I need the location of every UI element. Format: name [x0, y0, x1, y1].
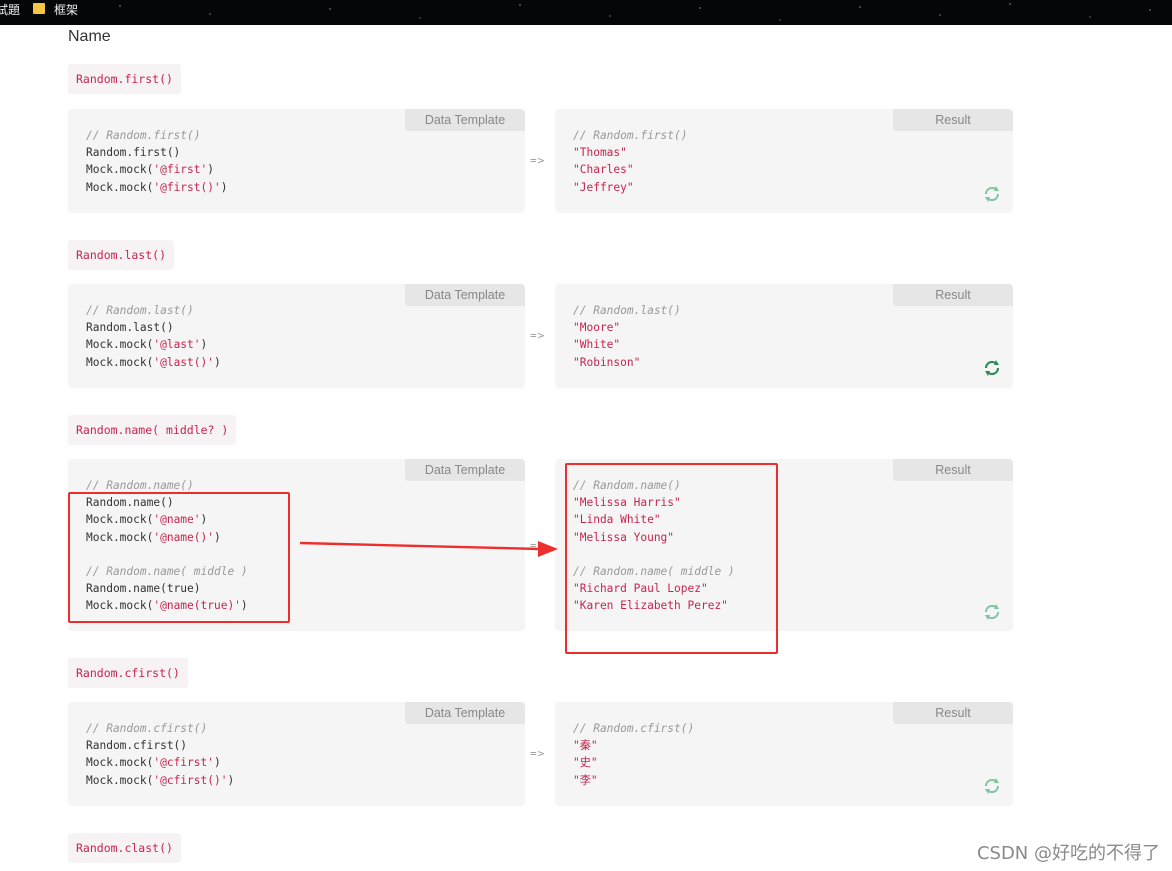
refresh-icon[interactable]	[982, 358, 1002, 378]
code-token: )	[213, 355, 221, 369]
code-comment: // Random.first()	[86, 129, 201, 142]
method-tag-last: Random.last()	[68, 240, 175, 270]
result-comment: // Random.first()	[573, 129, 688, 142]
code-token: Mock.mock(	[86, 163, 154, 177]
result-value: "史"	[573, 756, 598, 770]
code-line: Mock.mock('@cfirst()')	[86, 772, 234, 789]
code-string: '@cfirst'	[153, 756, 214, 770]
template-panel-cfirst: Data Template // Random.cfirst() Random.c…	[68, 702, 525, 806]
refresh-icon[interactable]	[982, 602, 1002, 622]
code-comment: // Random.name()	[86, 479, 194, 492]
code-string: '@first()'	[153, 180, 221, 194]
code-token: Mock.mock(	[86, 756, 154, 770]
result-panel-cfirst: Result // Random.cfirst() "秦" "史" "李"	[555, 702, 1013, 806]
template-code: // Random.first() Random.first() Mock.mock…	[86, 127, 227, 196]
method-tag-first: Random.first()	[68, 64, 181, 94]
arrow-operator: =>	[530, 747, 546, 760]
code-token: )	[200, 338, 208, 352]
code-string: '@last'	[153, 338, 201, 352]
result-value: "秦"	[573, 739, 598, 753]
code-token: Mock.mock(	[86, 773, 154, 787]
result-value: "Thomas"	[573, 146, 627, 160]
result-value: "Charles"	[573, 163, 634, 177]
refresh-icon[interactable]	[982, 184, 1002, 204]
code-token: Random.cfirst()	[86, 739, 188, 753]
code-line: Mock.mock('@last')	[86, 336, 221, 353]
code-string: '@last()'	[153, 355, 214, 369]
code-token: Random.first()	[86, 146, 181, 160]
code-comment: // Random.cfirst()	[86, 722, 208, 735]
template-panel-first: Data Template // Random.first() Random.fi…	[68, 109, 525, 213]
code-line: Mock.mock('@first')	[86, 161, 227, 178]
code-token: Mock.mock(	[86, 338, 154, 352]
code-line: Random.first()	[86, 144, 227, 161]
result-code: // Random.last() "Moore" "White" "Robinson"	[573, 302, 681, 371]
template-panel-last: Data Template // Random.last() Random.las…	[68, 284, 525, 388]
annotation-arrow	[299, 541, 558, 557]
result-tab[interactable]: Result	[893, 702, 1013, 724]
highlight-box-result	[565, 463, 778, 654]
section-title: Name	[68, 28, 111, 45]
code-token: )	[227, 773, 235, 787]
refresh-icon[interactable]	[982, 776, 1002, 796]
result-comment: // Random.last()	[573, 304, 681, 317]
code-line: Random.last()	[86, 319, 221, 336]
code-line: Mock.mock('@first()')	[86, 179, 227, 196]
result-code: // Random.first() "Thomas" "Charles" "Jeffr…	[573, 127, 688, 196]
code-string: '@first'	[153, 163, 208, 177]
result-value: "Jeffrey"	[573, 180, 634, 194]
folder-icon	[33, 3, 45, 14]
result-comment: // Random.cfirst()	[573, 722, 695, 735]
bookmark-item-1[interactable]: 試題	[0, 3, 20, 17]
code-line: Mock.mock('@last()')	[86, 354, 221, 371]
code-line: // Random.first()	[86, 127, 227, 144]
template-tab[interactable]: Data Template	[405, 459, 525, 481]
code-token: )	[207, 163, 214, 177]
watermark: CSDN @好吃的不得了	[976, 843, 1160, 864]
code-string: '@cfirst()'	[153, 773, 228, 787]
method-tag-clast: Random.clast()	[68, 833, 181, 863]
code-token: )	[213, 756, 221, 770]
result-tab[interactable]: Result	[893, 459, 1013, 481]
highlight-box-template	[68, 492, 290, 623]
result-value: "White"	[573, 338, 621, 352]
result-panel-last: Result // Random.last() "Moore" "White" "Ro…	[555, 284, 1013, 388]
code-line: Mock.mock('@cfirst')	[86, 754, 234, 771]
method-tag-name: Random.name( middle? )	[68, 415, 237, 445]
result-value: "李"	[573, 773, 598, 787]
code-token: Mock.mock(	[86, 355, 154, 369]
code-line: // Random.cfirst()	[86, 720, 234, 737]
arrow-operator: =>	[530, 154, 546, 167]
code-token: Mock.mock(	[86, 180, 154, 194]
arrow-operator: =>	[530, 329, 546, 342]
code-token: )	[220, 180, 228, 194]
result-panel-first: Result // Random.first() "Thomas" "Charles…	[555, 109, 1013, 213]
result-value: "Robinson"	[573, 355, 641, 369]
method-tag-cfirst: Random.cfirst()	[68, 658, 188, 688]
result-tab[interactable]: Result	[893, 109, 1013, 131]
code-comment: // Random.last()	[86, 304, 194, 317]
code-line: // Random.last()	[86, 302, 221, 319]
bookmark-item-2[interactable]: 框架	[54, 3, 78, 17]
template-code: // Random.last() Random.last() Mock.mock('…	[86, 302, 221, 371]
code-line: Random.cfirst()	[86, 737, 234, 754]
template-code: // Random.cfirst() Random.cfirst() Mock.mo…	[86, 720, 234, 789]
code-token: Random.last()	[86, 321, 174, 335]
bookmarks-bar: 試題 框架	[0, 0, 1172, 25]
template-tab[interactable]: Data Template	[405, 109, 525, 131]
template-tab[interactable]: Data Template	[405, 702, 525, 724]
result-value: "Moore"	[573, 321, 621, 335]
result-tab[interactable]: Result	[893, 284, 1013, 306]
result-code: // Random.cfirst() "秦" "史" "李"	[573, 720, 694, 789]
template-tab[interactable]: Data Template	[405, 284, 525, 306]
